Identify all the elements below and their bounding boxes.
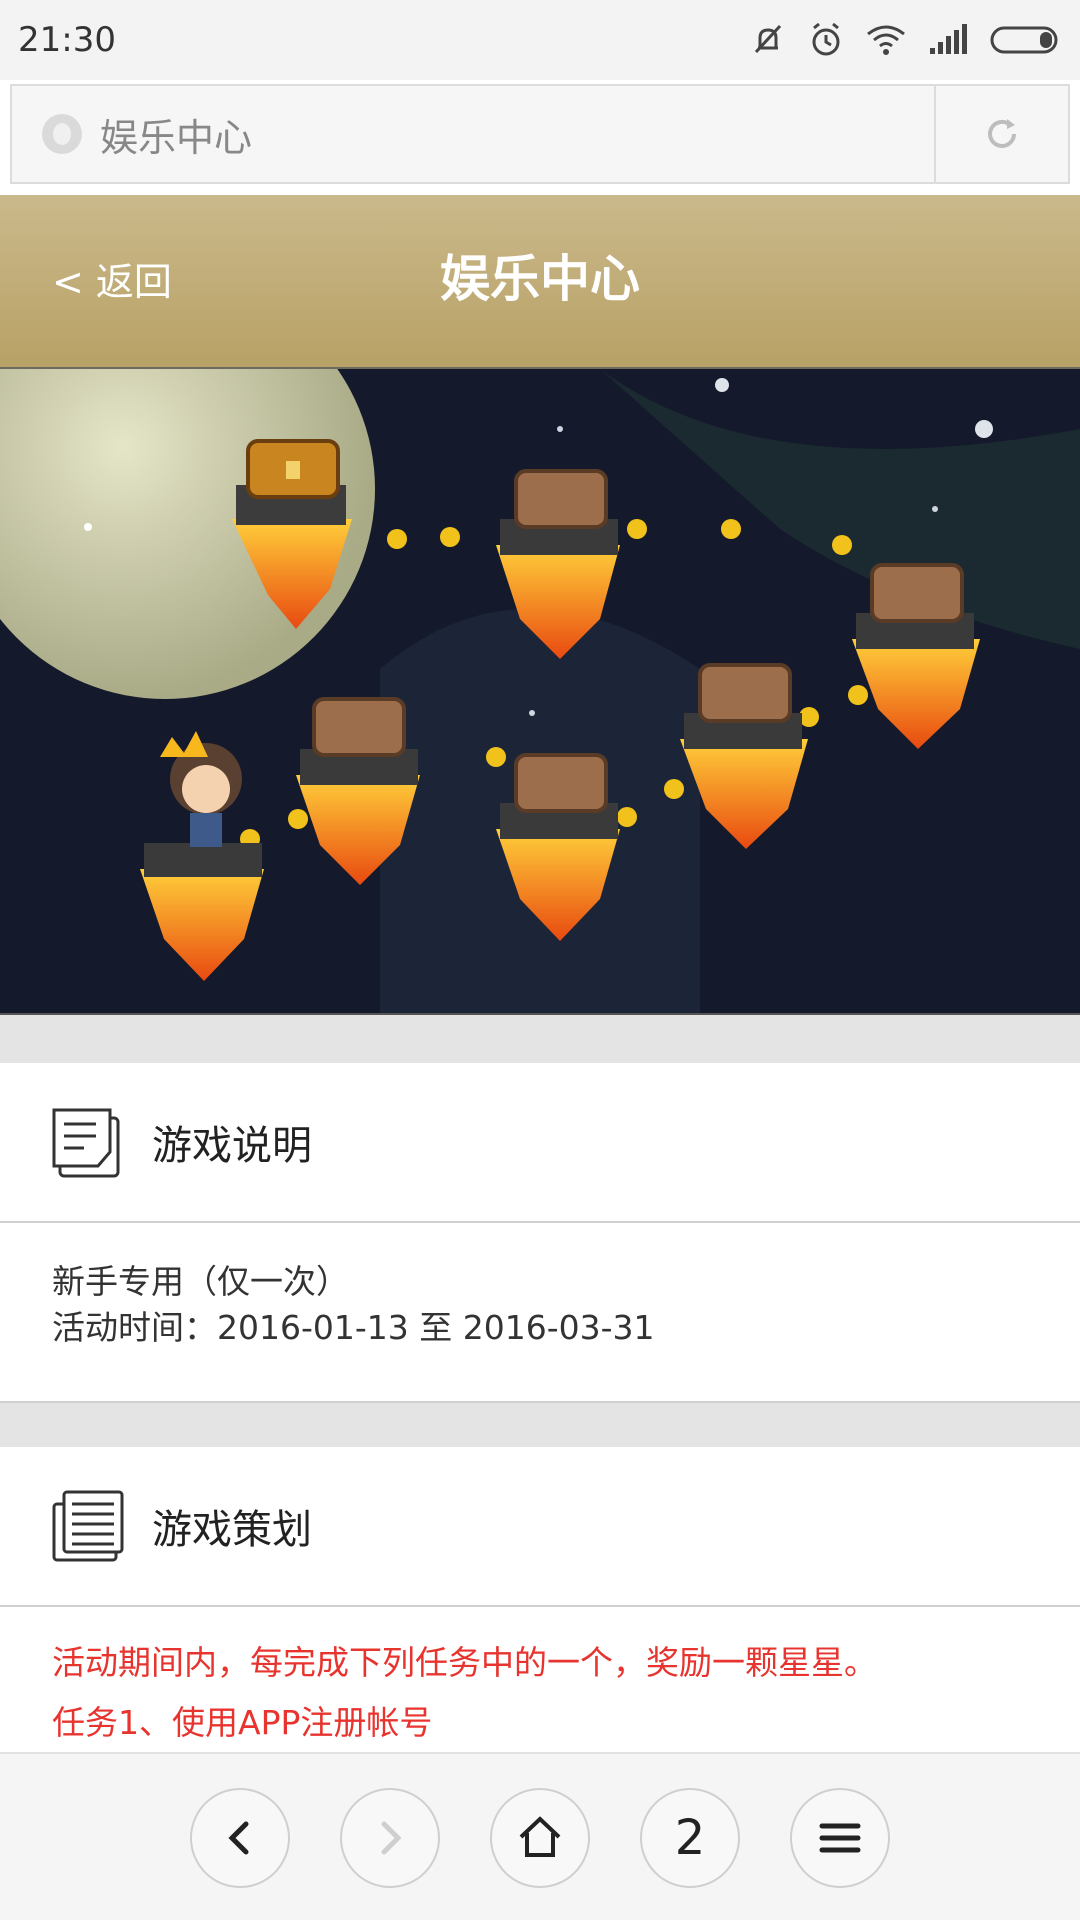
- game-plan-line-2: 任务1、使用APP注册帐号: [52, 1703, 433, 1742]
- game-info-title: 游戏说明: [152, 1123, 312, 1169]
- status-bar: 21:30: [0, 0, 1080, 80]
- game-info-line-2: 活动时间：2016-01-13 至 2016-03-31: [52, 1308, 655, 1347]
- game-plan-body: 活动期间内，每完成下列任务中的一个，奖励一颗星星。 任务1、使用APP注册帐号: [0, 1607, 1080, 1752]
- menu-icon: [819, 1823, 861, 1853]
- divider-strip: [0, 1015, 1080, 1063]
- newspaper-icon: [52, 1490, 124, 1562]
- address-bar[interactable]: 娱乐中心: [10, 84, 1070, 184]
- chevron-left-icon: [228, 1821, 249, 1855]
- game-map-illustration: [0, 369, 1080, 1013]
- game-plan-section: 游戏策划 活动期间内，每完成下列任务中的一个，奖励一颗星星。 任务1、使用APP…: [0, 1447, 1080, 1752]
- game-info-section: 游戏说明 新手专用（仅一次） 活动时间：2016-01-13 至 2016-03…: [0, 1063, 1080, 1403]
- game-banner[interactable]: [0, 367, 1080, 1015]
- game-info-body: 新手专用（仅一次） 活动时间：2016-01-13 至 2016-03-31: [0, 1223, 1080, 1351]
- game-plan-title: 游戏策划: [152, 1507, 312, 1553]
- mute-vibrate-icon: [754, 24, 782, 54]
- status-icons: [750, 22, 1062, 58]
- divider-strip: [0, 1403, 1080, 1447]
- menu-button[interactable]: [790, 1788, 890, 1888]
- page-title: 娱乐中心: [440, 250, 640, 308]
- status-time: 21:30: [18, 20, 116, 60]
- alarm-icon: [812, 22, 840, 56]
- reload-button[interactable]: [934, 86, 1068, 182]
- game-plan-line-1: 活动期间内，每完成下列任务中的一个，奖励一颗星星。: [52, 1643, 877, 1682]
- reload-icon: [988, 119, 1016, 148]
- bottom-navigation: 2: [0, 1752, 1080, 1920]
- game-plan-header: 游戏策划: [0, 1447, 1080, 1607]
- app-header: < 返回 娱乐中心: [0, 195, 1080, 367]
- chevron-right-icon: [381, 1821, 402, 1855]
- site-favicon-icon: [42, 114, 82, 154]
- signal-icon: [930, 24, 967, 54]
- game-info-line-1: 新手专用（仅一次）: [52, 1262, 349, 1301]
- home-button[interactable]: [490, 1788, 590, 1888]
- document-icon: [52, 1108, 120, 1178]
- tab-count: 2: [674, 1810, 706, 1866]
- tabs-button[interactable]: 2: [640, 1788, 740, 1888]
- address-bar-text[interactable]: 娱乐中心: [100, 107, 252, 162]
- forward-nav-button[interactable]: [340, 1788, 440, 1888]
- back-nav-button[interactable]: [190, 1788, 290, 1888]
- game-info-header: 游戏说明: [0, 1063, 1080, 1223]
- home-icon: [519, 1816, 561, 1857]
- battery-icon: [990, 26, 1058, 54]
- wifi-icon: [867, 25, 905, 55]
